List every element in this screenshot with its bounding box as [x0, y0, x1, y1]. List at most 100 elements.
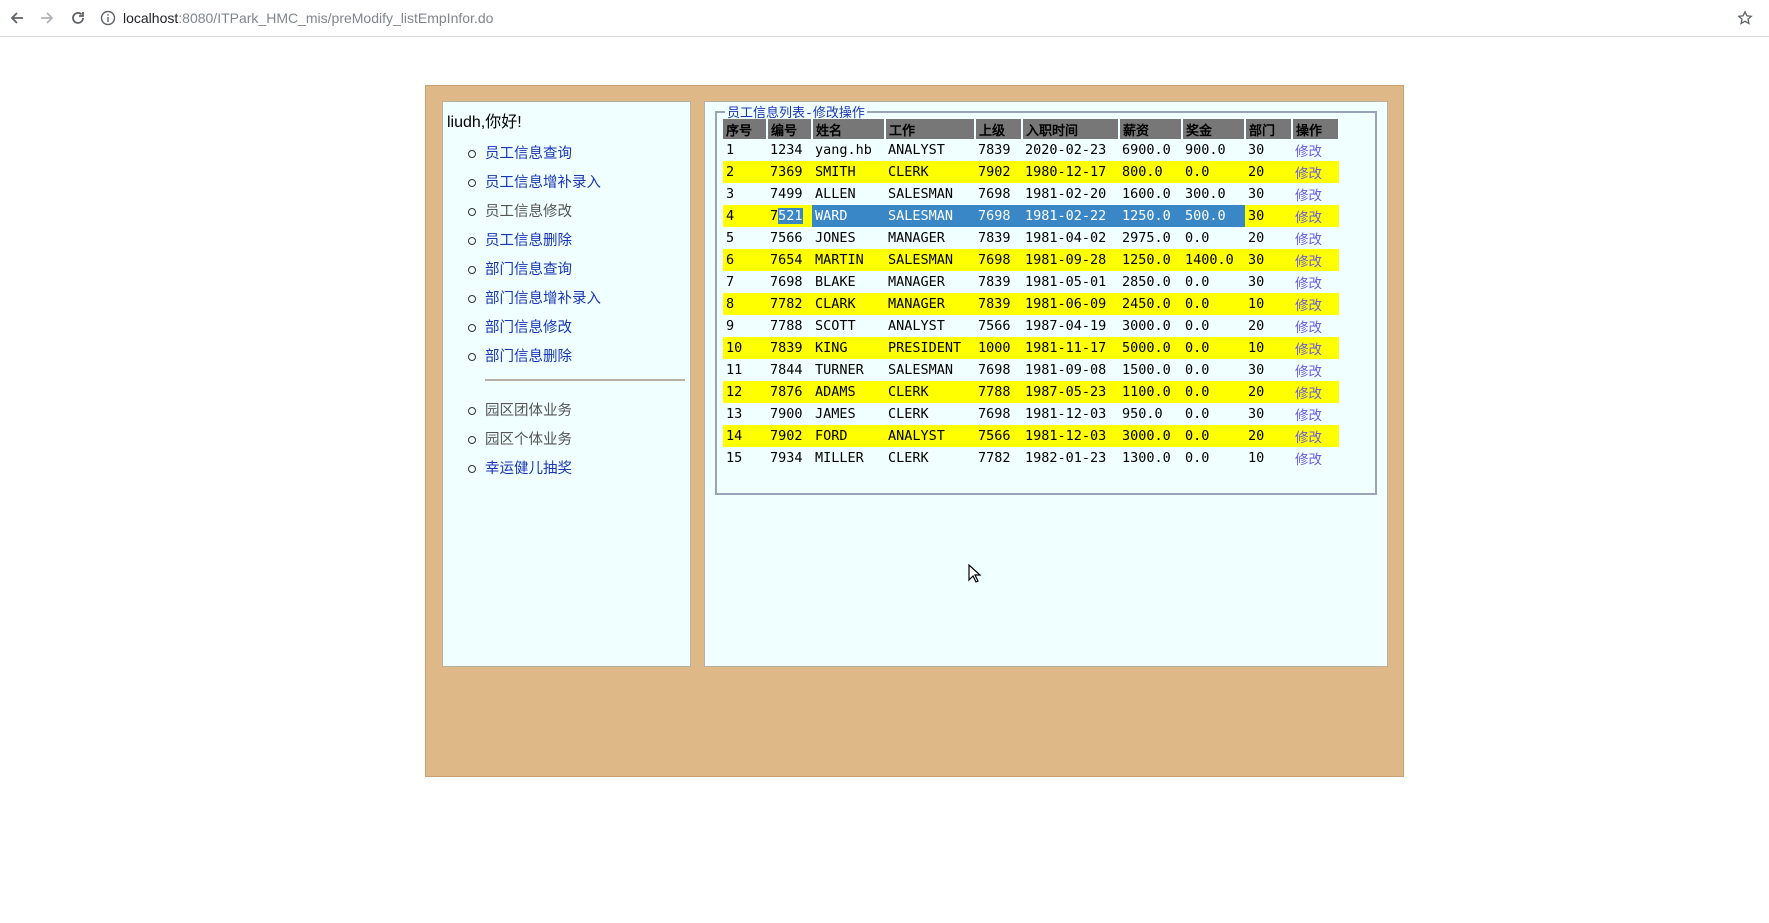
bullet-icon [468, 436, 476, 444]
employee-menu: 员工信息查询员工信息增补录入 员工信息修改 员工信息删除 部门信息查询部门信息增补录入… [443, 144, 690, 376]
table-cell: BLAKE [815, 274, 856, 290]
table-cell: 10 [723, 337, 767, 359]
sidebar-item[interactable]: 员工信息修改 [443, 202, 690, 231]
bullet-icon [468, 353, 476, 361]
sidebar-item[interactable]: 园区个体业务 [443, 430, 690, 459]
table-cell: 950.0 [1122, 406, 1163, 422]
back-icon[interactable] [7, 8, 27, 28]
sidebar-item-label[interactable]: 员工信息增补录入 [485, 175, 601, 191]
sidebar-item-label[interactable]: 员工信息删除 [485, 233, 572, 249]
table-cell: 2975.0 [1122, 230, 1171, 246]
modify-link[interactable]: 修改 [1292, 447, 1339, 469]
sidebar-item[interactable]: 员工信息增补录入 [443, 173, 690, 202]
sidebar-item-label[interactable]: 园区团体业务 [485, 403, 572, 419]
bullet-icon [468, 324, 476, 332]
sidebar-item-label[interactable]: 员工信息修改 [485, 204, 572, 220]
table-cell: 300.0 [1185, 186, 1226, 202]
modify-link[interactable]: 修改 [1292, 381, 1339, 403]
modify-link[interactable]: 修改 [1292, 425, 1339, 447]
modify-link[interactable]: 修改 [1292, 337, 1339, 359]
table-cell: 7698 [975, 205, 1022, 227]
info-icon[interactable] [100, 10, 116, 26]
table-cell: 7521 [767, 205, 812, 227]
column-header: 入职时间 [1022, 119, 1120, 139]
table-row: 6 7654 MARTIN SALESMAN 7698 1981-09-28 1250.0 1… [723, 249, 1339, 271]
modify-link[interactable]: 修改 [1292, 139, 1339, 161]
modify-link[interactable]: 修改 [1292, 403, 1339, 425]
sidebar-item-label[interactable]: 部门信息删除 [485, 349, 572, 365]
table-cell: 7369 [767, 161, 812, 183]
sidebar-item-label[interactable]: 部门信息查询 [485, 262, 572, 278]
forward-icon[interactable] [37, 8, 57, 28]
address-bar[interactable]: localhost:8080/ITPark_HMC_mis/preModify_… [100, 6, 1720, 30]
table-row: 10 7839 KING PRESIDENT 1000 1981-11-17 5000.0 0… [723, 337, 1339, 359]
table-cell: ALLEN [815, 186, 856, 202]
modify-link[interactable]: 修改 [1292, 183, 1339, 205]
table-cell: 30 [1248, 142, 1265, 158]
table-cell: 2850.0 [1122, 274, 1171, 290]
modify-link[interactable]: 修改 [1292, 293, 1339, 315]
table-cell: 20 [1245, 425, 1292, 447]
table-cell: 30 [1248, 186, 1265, 202]
table-cell: 7902 [767, 425, 812, 447]
table-cell: 1981-05-01 [1025, 274, 1107, 290]
sidebar-item[interactable]: 部门信息修改 [443, 318, 690, 347]
table-cell: 20 [1248, 318, 1265, 334]
modify-link[interactable]: 修改 [1292, 271, 1339, 293]
sidebar-item-label[interactable]: 园区个体业务 [485, 432, 572, 448]
modify-link[interactable]: 修改 [1292, 161, 1339, 183]
table-cell: 2020-02-23 [1025, 142, 1107, 158]
table-cell: 4 [723, 205, 767, 227]
table-cell: MILLER [815, 450, 864, 466]
table-cell: WARD [812, 205, 885, 227]
table-cell: 10 [1248, 450, 1265, 466]
sidebar-item[interactable]: 园区团体业务 [443, 401, 690, 430]
table-cell: 7566 [975, 425, 1022, 447]
modify-link[interactable]: 修改 [1292, 205, 1339, 227]
table-cell: 1250.0 [1119, 205, 1182, 227]
modify-link[interactable]: 修改 [1292, 227, 1339, 249]
bullet-icon [468, 208, 476, 216]
url-host: localhost [123, 10, 179, 26]
table-cell: 1100.0 [1119, 381, 1182, 403]
bullet-icon [468, 295, 476, 303]
table-cell: 7782 [978, 450, 1011, 466]
sidebar-item[interactable]: 员工信息删除 [443, 231, 690, 260]
table-cell: 0.0 [1185, 318, 1210, 334]
column-header: 操作 [1292, 119, 1340, 139]
table-cell: 7698 [978, 362, 1011, 378]
table-cell: 1981-12-03 [1025, 406, 1107, 422]
table-row: 2 7369 SMITH CLERK 7902 1980-12-17 800.0 0.0 20 修… [723, 161, 1339, 183]
sidebar-item[interactable]: 部门信息增补录入 [443, 289, 690, 318]
sidebar-item[interactable]: 部门信息删除 [443, 347, 690, 376]
sidebar-item[interactable]: 部门信息查询 [443, 260, 690, 289]
modify-link[interactable]: 修改 [1292, 359, 1339, 381]
sidebar-item-label[interactable]: 部门信息修改 [485, 320, 572, 336]
sidebar-item[interactable]: 员工信息查询 [443, 144, 690, 173]
table-cell: 7902 [975, 161, 1022, 183]
sidebar-item[interactable]: 幸运健儿抽奖 [443, 459, 690, 488]
sidebar-item-label[interactable]: 幸运健儿抽奖 [485, 461, 572, 477]
table-cell: 1400.0 [1182, 249, 1245, 271]
reload-icon[interactable] [68, 8, 88, 28]
table-cell: 800.0 [1119, 161, 1182, 183]
table-cell: MANAGER [888, 274, 945, 290]
table-cell: 1 [726, 142, 735, 158]
table-cell: 1981-11-17 [1022, 337, 1119, 359]
modify-link[interactable]: 修改 [1292, 249, 1339, 271]
table-cell: 3000.0 [1119, 425, 1182, 447]
sidebar-item-label[interactable]: 员工信息查询 [485, 146, 572, 162]
modify-link[interactable]: 修改 [1292, 315, 1339, 337]
bookmark-star-icon[interactable] [1735, 8, 1755, 28]
table-row: 15 7934 MILLER CLERK 7782 1982-01-23 1300.0 0.0… [723, 447, 1339, 469]
sidebar-item-label[interactable]: 部门信息增补录入 [485, 291, 601, 307]
browser-toolbar: localhost:8080/ITPark_HMC_mis/preModify_… [0, 0, 1769, 37]
table-cell: 2450.0 [1119, 293, 1182, 315]
cell-text: 7 [770, 208, 779, 224]
table-cell: TURNER [815, 362, 864, 378]
table-cell: 7788 [975, 381, 1022, 403]
column-header: 编号 [767, 119, 813, 139]
table-cell: 1981-09-08 [1025, 362, 1107, 378]
column-header: 工作 [885, 119, 976, 139]
table-cell: 7934 [770, 450, 803, 466]
